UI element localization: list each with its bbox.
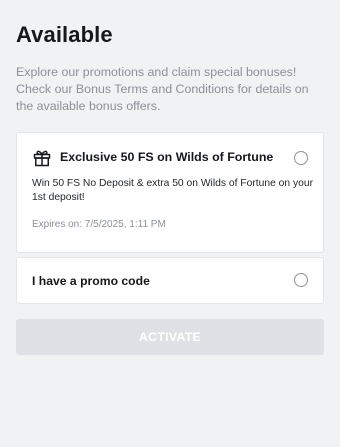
bonuses-page: Available Explore our promotions and cla…: [0, 0, 340, 447]
page-title: Available: [16, 22, 113, 47]
page-intro: Explore our promotions and claim special…: [16, 65, 309, 113]
activate-button[interactable]: ACTIVATE: [16, 319, 324, 355]
bonus-expiry: Expires on: 7/5/2025, 1:11 PM: [32, 219, 166, 230]
promo-code-label: I have a promo code: [32, 274, 150, 288]
bonus-radio[interactable]: [294, 151, 308, 165]
promo-code-option[interactable]: I have a promo code: [16, 257, 324, 304]
gift-icon: [33, 149, 51, 167]
bonus-title: Exclusive 50 FS on Wilds of Fortune: [60, 150, 274, 164]
promo-code-radio[interactable]: [294, 273, 308, 287]
bonus-description: Win 50 FS No Deposit & extra 50 on Wilds…: [32, 178, 314, 203]
bonus-card[interactable]: Exclusive 50 FS on Wilds of Fortune Win …: [16, 132, 324, 253]
